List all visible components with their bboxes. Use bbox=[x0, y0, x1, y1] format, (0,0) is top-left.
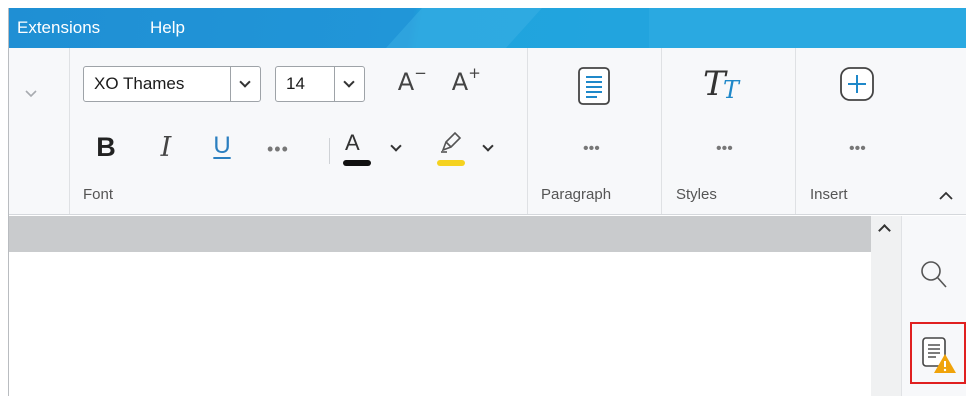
font-size-dropdown-button[interactable] bbox=[334, 67, 364, 101]
shrink-font-mark: − bbox=[414, 64, 427, 82]
underline-button[interactable]: U bbox=[207, 132, 237, 168]
group-label-insert: Insert bbox=[810, 186, 848, 203]
grow-font-mark: + bbox=[468, 64, 481, 82]
font-size-value: 14 bbox=[286, 74, 305, 93]
more-format-button[interactable]: ••• bbox=[267, 139, 289, 160]
chevron-up-icon bbox=[939, 191, 953, 200]
search-icon bbox=[921, 261, 947, 288]
shrink-font-button[interactable]: A − bbox=[389, 64, 427, 100]
highlight-color-dropdown[interactable] bbox=[479, 136, 499, 160]
font-color-dropdown[interactable] bbox=[387, 136, 407, 160]
chevron-down-icon bbox=[343, 76, 355, 88]
collapse-ribbon-button[interactable] bbox=[939, 188, 953, 206]
add-icon bbox=[840, 67, 874, 101]
ribbon-separator bbox=[661, 48, 662, 214]
styles-button[interactable]: T T bbox=[703, 64, 753, 104]
insert-more-button[interactable]: ••• bbox=[849, 140, 866, 158]
highlighter-icon bbox=[441, 131, 462, 153]
ribbon: XO Thames 14 A − A + B I U ••• A Font ••… bbox=[9, 48, 966, 215]
document-canvas[interactable] bbox=[9, 252, 871, 396]
paragraph-more-button[interactable]: ••• bbox=[583, 140, 600, 158]
font-name-dropdown-button[interactable] bbox=[230, 67, 260, 101]
grow-font-label: A bbox=[451, 68, 469, 96]
highlight-color-button[interactable] bbox=[433, 128, 469, 170]
chevron-down-icon bbox=[482, 140, 494, 152]
bold-button[interactable]: B bbox=[91, 132, 121, 168]
italic-button[interactable]: I bbox=[151, 132, 181, 168]
chevron-down-icon bbox=[390, 140, 402, 152]
ribbon-separator bbox=[69, 48, 70, 214]
styles-icon-small-t: T bbox=[723, 76, 740, 104]
font-name-value: XO Thames bbox=[94, 74, 185, 93]
document-ruler-bar bbox=[9, 216, 871, 252]
paragraph-icon bbox=[578, 67, 610, 105]
font-color-label: A bbox=[345, 130, 360, 155]
paragraph-button[interactable] bbox=[577, 66, 611, 111]
font-size-combobox[interactable]: 14 bbox=[275, 66, 365, 102]
menubar-decoration-right bbox=[649, 8, 966, 48]
menubar-decoration bbox=[385, 8, 543, 48]
ribbon-expand-chevron-icon[interactable] bbox=[25, 86, 37, 101]
document-check-button[interactable] bbox=[910, 322, 966, 384]
menu-help[interactable]: Help bbox=[150, 8, 185, 48]
document-warning-icon bbox=[922, 337, 956, 373]
menu-bar: Extensions Help bbox=[9, 8, 966, 48]
editor-window: Extensions Help XO Thames 14 A− A+ B I bbox=[0, 0, 966, 396]
ribbon-separator bbox=[795, 48, 796, 214]
font-color-button[interactable]: A bbox=[339, 130, 375, 170]
group-label-font: Font bbox=[83, 186, 114, 203]
underline-label: U bbox=[213, 132, 231, 159]
font-color-swatch bbox=[343, 160, 371, 166]
ribbon-separator bbox=[527, 48, 528, 214]
group-label-paragraph: Paragraph bbox=[541, 186, 612, 203]
insert-button[interactable] bbox=[839, 66, 875, 107]
font-name-combobox[interactable]: XO Thames bbox=[83, 66, 261, 102]
chevron-down-icon bbox=[239, 76, 251, 88]
search-button[interactable] bbox=[920, 260, 948, 295]
toolbar-divider bbox=[329, 138, 330, 164]
vertical-scrollbar[interactable] bbox=[871, 216, 901, 396]
scroll-up-arrow-icon[interactable] bbox=[878, 224, 891, 237]
grow-font-button[interactable]: A + bbox=[443, 64, 481, 100]
group-label-styles: Styles bbox=[676, 186, 717, 203]
styles-more-button[interactable]: ••• bbox=[716, 140, 733, 158]
highlight-color-swatch bbox=[437, 160, 465, 166]
menu-extensions[interactable]: Extensions bbox=[17, 8, 100, 48]
shrink-font-label: A bbox=[397, 68, 415, 96]
